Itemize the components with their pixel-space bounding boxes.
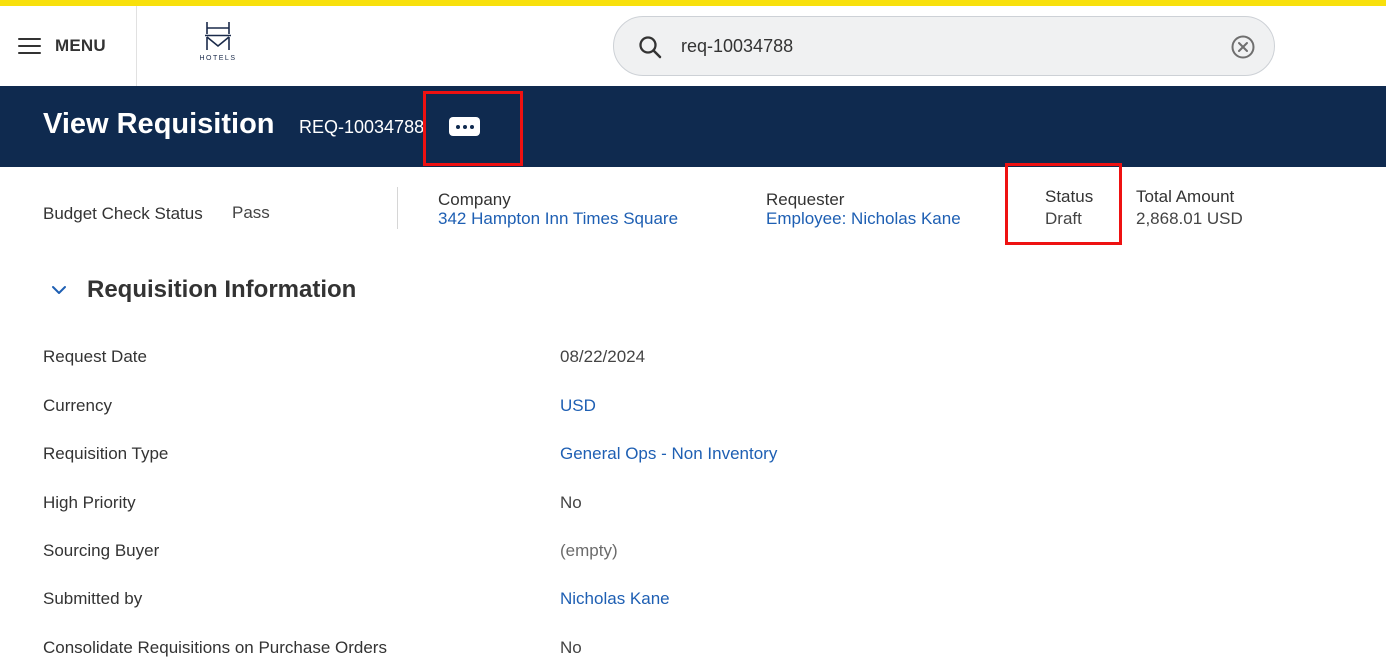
search-bar[interactable]: req-10034788 xyxy=(613,16,1275,76)
consolidate-value: No xyxy=(560,638,582,657)
high-priority-label: High Priority xyxy=(43,493,136,512)
request-date-value: 08/22/2024 xyxy=(560,347,646,366)
page-title: View Requisition xyxy=(43,108,275,140)
status-value: Draft xyxy=(1045,209,1082,228)
search-input[interactable]: req-10034788 xyxy=(681,36,793,57)
summary-bar: Budget Check Status Pass Company 342 Ham… xyxy=(0,167,1386,257)
top-navigation-bar: MENU HOTELS req-10034788 xyxy=(0,6,1386,86)
section-title: Requisition Information xyxy=(87,276,357,303)
section-header: Requisition Information xyxy=(50,276,356,304)
company-link[interactable]: 342 Hampton Inn Times Square xyxy=(438,209,678,229)
field-row-consolidate: Consolidate Requisitions on Purchase Ord… xyxy=(0,638,1386,657)
search-icon[interactable] xyxy=(638,35,662,59)
menu-button[interactable]: MENU xyxy=(18,34,106,58)
total-amount-value: 2,868.01 USD xyxy=(1136,209,1243,228)
field-row-high-priority: High Priority No xyxy=(0,493,1386,523)
field-row-sourcing-buyer: Sourcing Buyer (empty) xyxy=(0,541,1386,571)
related-actions-button[interactable] xyxy=(449,117,480,136)
submitted-by-label: Submitted by xyxy=(43,589,143,608)
budget-check-value: Pass xyxy=(232,203,270,222)
hotel-monogram-icon xyxy=(205,22,231,50)
requisition-type-link[interactable]: General Ops - Non Inventory xyxy=(560,444,777,464)
company-label: Company xyxy=(438,190,511,209)
budget-check-label: Budget Check Status xyxy=(43,204,203,223)
total-amount-label: Total Amount xyxy=(1136,187,1235,206)
field-row-request-date: Request Date 08/22/2024 xyxy=(0,347,1386,377)
consolidate-label: Consolidate Requisitions on Purchase Ord… xyxy=(43,638,387,657)
chevron-down-icon[interactable] xyxy=(50,281,68,299)
sourcing-buyer-value: (empty) xyxy=(560,541,618,560)
requester-label: Requester xyxy=(766,190,845,209)
currency-link[interactable]: USD xyxy=(560,396,596,416)
clear-search-icon[interactable] xyxy=(1230,34,1256,60)
ellipsis-icon xyxy=(455,124,460,129)
menu-label: MENU xyxy=(55,36,106,55)
summary-divider xyxy=(397,187,398,229)
field-row-currency: Currency USD xyxy=(0,396,1386,426)
submitted-by-link[interactable]: Nicholas Kane xyxy=(560,589,670,609)
field-row-submitted-by: Submitted by Nicholas Kane xyxy=(0,589,1386,619)
field-row-requisition-type: Requisition Type General Ops - Non Inven… xyxy=(0,444,1386,474)
company-logo[interactable]: HOTELS xyxy=(198,20,238,70)
sourcing-buyer-label: Sourcing Buyer xyxy=(43,541,160,560)
requester-link[interactable]: Employee: Nicholas Kane xyxy=(766,209,961,229)
high-priority-value: No xyxy=(560,493,582,512)
hamburger-icon xyxy=(18,38,41,54)
requisition-type-label: Requisition Type xyxy=(43,444,169,463)
status-label: Status xyxy=(1045,187,1094,206)
topbar-divider xyxy=(136,6,137,86)
requisition-id: REQ-10034788 xyxy=(299,117,425,137)
page-header: View Requisition REQ-10034788 xyxy=(0,86,1386,167)
logo-text: HOTELS xyxy=(199,55,237,62)
currency-label: Currency xyxy=(43,396,112,415)
request-date-label: Request Date xyxy=(43,347,147,366)
